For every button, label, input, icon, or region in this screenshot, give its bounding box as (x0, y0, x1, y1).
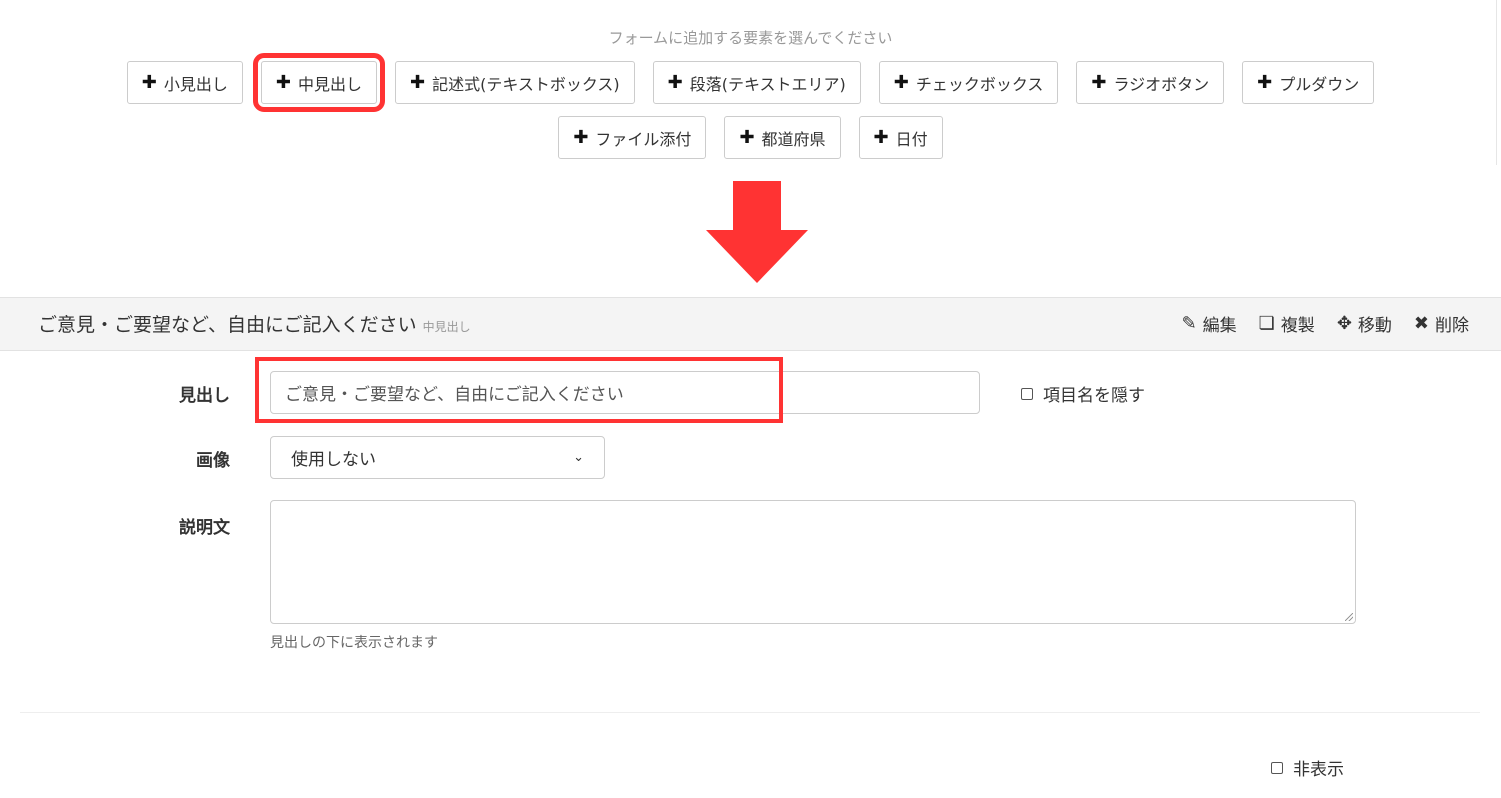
scroll-divider (1496, 0, 1497, 165)
section-divider (20, 712, 1480, 713)
plus-icon: ✚ (1257, 72, 1273, 93)
add-checkbox-button[interactable]: ✚ チェックボックス (878, 61, 1059, 104)
edit-button[interactable]: ✎ 編集 (1182, 311, 1237, 336)
add-small-heading-button[interactable]: ✚ 小見出し (126, 61, 243, 104)
plus-icon: ✚ (873, 127, 889, 148)
plus-icon: ✚ (893, 72, 909, 93)
plus-icon: ✚ (667, 72, 683, 93)
image-select[interactable]: 使用しない ⌄ (270, 436, 605, 479)
plus-icon: ✚ (409, 72, 426, 93)
hide-item-name-checkbox[interactable]: 項目名を隠す (1021, 381, 1145, 406)
hidden-checkbox[interactable]: 非表示 (1271, 755, 1344, 780)
add-textarea-button[interactable]: ✚ 段落(テキストエリア) (652, 61, 861, 104)
panel-type-tag: 中見出し (422, 320, 471, 334)
instruction-text: フォームに追加する要素を選んでください (608, 29, 893, 47)
down-arrow-head-icon (706, 230, 808, 283)
description-help-text: 見出しの下に表示されます (270, 635, 438, 651)
heading-label: 見出し (179, 386, 230, 406)
description-label: 説明文 (179, 518, 230, 538)
highlight-box (255, 357, 783, 423)
image-label: 画像 (196, 451, 230, 471)
description-textarea[interactable] (270, 500, 1356, 624)
image-select-value: 使用しない (291, 450, 376, 470)
close-icon: ✖ (1413, 313, 1429, 334)
plus-icon: ✚ (141, 72, 157, 93)
add-element-buttons-row1: ✚ 小見出し ✚ 中見出し ✚ 記述式(テキストボックス) ✚ 段落(テキストエリア) … (0, 53, 1501, 112)
add-date-button[interactable]: ✚ 日付 (858, 116, 943, 159)
panel-title: ご意見・ご要望など、自由にご記入ください 中見出し (38, 310, 471, 337)
plus-icon: ✚ (275, 72, 291, 93)
add-prefecture-button[interactable]: ✚ 都道府県 (724, 116, 841, 159)
move-arrows-icon: ✥ (1336, 313, 1352, 334)
panel-actions: ✎ 編集 ❏ 複製 ✥ 移動 ✖ 削除 (1182, 311, 1469, 336)
add-radio-button[interactable]: ✚ ラジオボタン (1076, 61, 1225, 104)
checkbox[interactable] (1021, 387, 1033, 400)
add-file-attachment-button[interactable]: ✚ ファイル添付 (558, 116, 707, 159)
plus-icon: ✚ (739, 127, 755, 148)
delete-button[interactable]: ✖ 削除 (1414, 311, 1469, 336)
checkbox[interactable] (1271, 761, 1283, 774)
add-element-buttons-row2: ✚ ファイル添付 ✚ 都道府県 ✚ 日付 (0, 116, 1501, 159)
move-button[interactable]: ✥ 移動 (1337, 311, 1392, 336)
clipboard-icon: ❏ (1258, 313, 1275, 334)
add-medium-heading-button[interactable]: ✚ 中見出し (252, 53, 385, 112)
add-pulldown-button[interactable]: ✚ プルダウン (1242, 61, 1375, 104)
duplicate-button[interactable]: ❏ 複製 (1259, 311, 1315, 336)
pencil-icon: ✎ (1181, 313, 1197, 334)
add-textbox-button[interactable]: ✚ 記述式(テキストボックス) (394, 61, 635, 104)
panel-title-text: ご意見・ご要望など、自由にご記入ください (38, 314, 417, 336)
down-arrow-icon (733, 181, 781, 231)
plus-icon: ✚ (573, 127, 589, 148)
resize-handle-icon[interactable] (1345, 613, 1353, 621)
chevron-down-icon: ⌄ (573, 450, 584, 465)
plus-icon: ✚ (1091, 72, 1107, 93)
